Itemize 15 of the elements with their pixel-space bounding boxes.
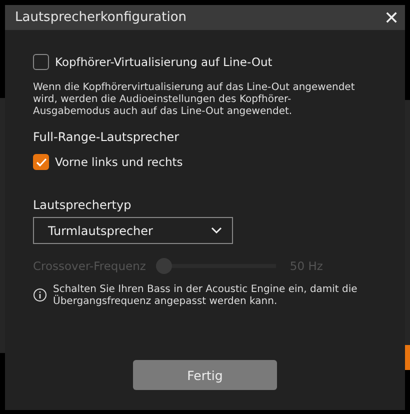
dialog-title: Lautsprecherkonfiguration [15, 10, 187, 25]
speaker-type-dropdown[interactable]: Turmlautsprecher [33, 217, 233, 244]
info-icon [33, 288, 47, 302]
checkbox[interactable] [33, 154, 49, 170]
done-button[interactable]: Fertig [133, 360, 277, 390]
checkbox-label: Kopfhörer-Virtualisierung auf Line-Out [55, 55, 272, 69]
chevron-down-icon [211, 227, 222, 234]
section-heading: Full-Range-Lautsprecher [33, 130, 180, 144]
description-text: Wenn die Kopfhörervirtualisierung auf das Line-Out angewendet wird, werden die Audioeinstellungen des Kopfhörer-Ausgabemodus auch auf das Line-Out angewendet. [33, 82, 356, 118]
info-text: Schalten Sie Ihren Bass in der Acoustic Engine ein, damit die Übergangsfrequenz angepasst werden kann. [53, 284, 358, 308]
field-label: Lautsprechertyp [33, 198, 132, 212]
checkbox-label: Vorne links und rechts [55, 155, 183, 169]
check-icon [36, 158, 46, 166]
checkbox[interactable] [33, 54, 49, 70]
close-button[interactable]: ✕ [384, 8, 399, 26]
